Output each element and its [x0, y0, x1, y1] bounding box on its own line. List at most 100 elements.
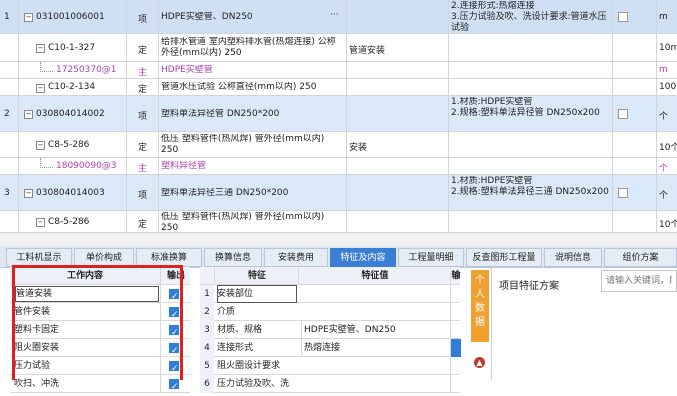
personal-data-tab[interactable]: 个人数据	[471, 270, 489, 342]
item-spec: 安装	[349, 142, 368, 153]
item-type: 主	[138, 164, 148, 174]
item-code: C10-2-134	[48, 82, 96, 92]
feature-row[interactable]: 2 介质	[200, 303, 460, 321]
tab-8[interactable]: 说明信息	[544, 248, 602, 267]
collapse-toggle-icon[interactable]: −	[36, 83, 45, 93]
item-code: 030804014003	[36, 187, 105, 198]
feature-name: 安装部位	[217, 285, 297, 303]
collapse-toggle-icon[interactable]: −	[36, 141, 45, 150]
item-unit: 100m	[659, 82, 677, 92]
feature-row[interactable]: 5 阻火圈设计要求	[200, 357, 460, 375]
feature-row-number: 5	[200, 357, 214, 375]
side-panel-divider	[491, 267, 492, 380]
bill-row[interactable]: 2 −030804014002 项 塑料单法异径管 DN250*200 1.材质:HDP…	[0, 96, 677, 132]
item-name: 给排水管道 室内塑料排水管(热熔连接) 公称外径(mm以内) 250	[161, 37, 336, 58]
highlight-box	[12, 265, 183, 380]
bill-row[interactable]: − C8-5-286 定 低压 塑料管件(热风焊) 管外径(mm以内) 250 10个	[0, 211, 677, 233]
bill-row[interactable]: 18090090@3 主 塑料异径管 个	[0, 158, 677, 175]
feature-row-number: 4	[200, 339, 214, 357]
feature-output-cell[interactable]	[450, 303, 461, 321]
row-number: 2	[4, 108, 10, 119]
collapse-toggle-icon[interactable]: −	[24, 189, 33, 198]
feature-row-number: 3	[200, 321, 214, 339]
item-feature: 2.连接形式:热熔连接 3.压力试验及吹、洗设计要求:管道水压试验	[451, 1, 607, 33]
collapse-toggle-icon[interactable]: −	[24, 13, 33, 22]
feature-row[interactable]: 1 安装部位	[200, 285, 460, 303]
item-code: 17250370@1	[56, 65, 117, 75]
item-type: 定	[138, 85, 148, 95]
feature-header-label: 特征	[214, 267, 299, 285]
item-type: 项	[138, 14, 148, 25]
item-code: C8-5-286	[48, 139, 90, 150]
feature-output-cell[interactable]	[450, 321, 461, 339]
item-code: C8-5-286	[48, 216, 90, 227]
feature-output-cell[interactable]	[450, 285, 461, 303]
item-type: 定	[138, 219, 148, 230]
bill-row[interactable]: −C10-2-134 定 管道水压试验 公称直径(mm以内) 250 100m	[0, 79, 677, 96]
output-checkbox[interactable]	[169, 378, 179, 396]
feature-row[interactable]: 6 压力试验及吹、洗	[200, 375, 460, 393]
item-name: 塑料单法异径管 DN250*200	[161, 108, 280, 119]
tab-7[interactable]: 反查图形工程量	[466, 248, 542, 267]
collapse-toggle-icon[interactable]: −	[36, 44, 45, 53]
feature-row[interactable]: 4 连接形式 热熔连接	[200, 339, 461, 357]
bill-row[interactable]: − C8-5-286 定 低压 塑料管件(热风焊) 管外径(mm以内) 250 安装 10…	[0, 132, 677, 158]
feature-output-cell[interactable]	[450, 357, 461, 375]
item-unit: 个	[659, 164, 669, 174]
tab-9[interactable]: 组价方案	[604, 248, 677, 267]
item-feature: 1.材质:HDPE实壁管 2.规格:塑料单法异径三通 DN250x200	[451, 176, 609, 197]
scheme-search-input[interactable]	[601, 270, 677, 292]
tab-4[interactable]: 安装费用	[264, 248, 328, 267]
item-unit: 个	[659, 111, 669, 122]
more-button[interactable]: ···	[330, 10, 344, 20]
item-unit: m	[659, 11, 668, 22]
collapse-toggle-icon[interactable]: −	[36, 218, 45, 227]
item-name: 管道水压试验 公称直径(mm以内) 250	[161, 82, 317, 92]
item-type: 项	[138, 190, 148, 201]
bill-row[interactable]: 17250370@1 主 HDPE实壁管 m	[0, 62, 677, 79]
tab-5[interactable]: 特征及内容	[330, 248, 396, 267]
feature-name: 介质	[217, 307, 236, 317]
feature-row-number: 6	[200, 375, 214, 393]
item-type: 定	[138, 45, 148, 56]
row-checkbox[interactable]	[618, 109, 628, 119]
item-unit: 10个	[659, 142, 677, 153]
feature-value[interactable]: HDPE实壁管、DN250	[301, 321, 450, 339]
tab-3[interactable]: 换算信息	[204, 248, 262, 267]
item-name: 塑料单法异径三通 DN250*200	[161, 187, 289, 198]
item-feature: 1.材质:HDPE实壁管 2.规格:塑料单法异径管 DN250x200	[451, 97, 600, 118]
bill-row[interactable]: − C10-1-327 定 给排水管道 室内塑料排水管(热熔连接) 公称外径(mm以内…	[0, 34, 677, 62]
item-name: 低压 塑料管件(热风焊) 管外径(mm以内) 250	[161, 134, 325, 155]
collapse-toggle-icon[interactable]: −	[24, 110, 33, 119]
row-checkbox[interactable]	[618, 12, 628, 22]
item-unit: 10个	[659, 219, 677, 230]
row-checkbox[interactable]	[618, 188, 628, 198]
feature-value[interactable]: 热熔连接	[301, 339, 450, 357]
feature-header: 特征 特征值 输	[200, 267, 461, 285]
item-type: 主	[138, 68, 148, 78]
item-type: 定	[138, 142, 148, 153]
item-name: HDPE实壁管、DN250	[161, 11, 253, 22]
feature-panel: 特征 特征值 输 1 安装部位 2 介质 3 材质、规格 HDPE实壁管、DN250 4 连接形…	[200, 267, 461, 393]
item-name: 塑料异径管	[161, 161, 207, 171]
tab-6[interactable]: 工程量明细	[398, 248, 464, 267]
feature-value-header-label: 特征值	[298, 267, 451, 285]
item-name: 低压 塑料管件(热风焊) 管外径(mm以内) 250	[161, 212, 325, 233]
feature-row-number: 2	[200, 303, 214, 321]
bill-row[interactable]: 3 −030804014003 项 塑料单法异径三通 DN250*200 1.材质:HD…	[0, 175, 677, 211]
feature-output-cell[interactable]	[450, 375, 461, 393]
feature-name: 材质、规格	[217, 325, 263, 335]
bill-row[interactable]: 1 −031001006001 项 HDPE实壁管、DN250 ··· 2.连接形式:热熔…	[0, 0, 677, 34]
feature-output-header-label: 输	[450, 267, 461, 285]
item-code: 031001006001	[36, 11, 105, 22]
feature-output-cell[interactable]	[450, 339, 461, 357]
collapse-icon[interactable]: ▲	[474, 357, 485, 368]
item-code: 030804014002	[36, 108, 105, 119]
item-unit: m	[659, 65, 668, 75]
feature-name: 连接形式	[217, 343, 254, 353]
personal-data-label: 个人数据	[475, 275, 485, 328]
item-unit: 个	[659, 190, 669, 201]
item-spec: 管道安装	[349, 45, 386, 56]
feature-row[interactable]: 3 材质、规格 HDPE实壁管、DN250	[200, 321, 460, 339]
item-name: HDPE实壁管	[161, 65, 213, 75]
